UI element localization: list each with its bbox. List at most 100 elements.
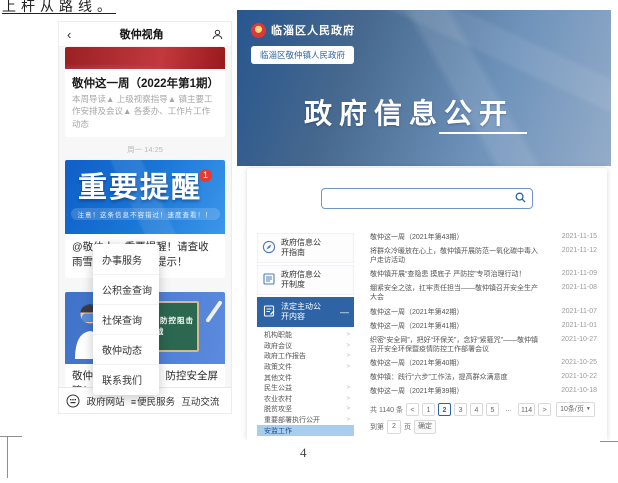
sidebar-item-open-system[interactable]: 政府信息公开制度 (257, 265, 354, 295)
toolbar-item-services-label: 便民服务 (137, 397, 175, 408)
popup-menu-item[interactable]: 敬仲动态 (93, 335, 159, 365)
national-emblem-icon: ★ (251, 23, 266, 38)
news-date: 2021-10-22 (561, 373, 597, 380)
page-jump: 到第 2 页 确定 (370, 420, 597, 434)
news-date: 2021-11-08 (562, 284, 597, 291)
chevron-right-icon: > (346, 332, 350, 338)
chevron-right-icon: > (346, 343, 350, 349)
toolbar-item-gov-website[interactable]: 政府网站 (82, 394, 129, 408)
compass-icon (262, 240, 276, 257)
news-title: 织密“安全网”，把好“环保关”，念好“紧箍咒”——敬仲镇召开安全环保暨疫情防控工… (370, 336, 538, 354)
sidebar-subitem[interactable]: 其他文件 > (257, 372, 354, 383)
sidebar-subitem-label: 机构职能 (264, 330, 292, 340)
page-button[interactable]: 5 (486, 403, 499, 416)
toolbar-item-interact[interactable]: 互动交流 (177, 394, 224, 408)
sidebar-subitem[interactable]: 安监工作 > (257, 425, 354, 436)
site-header-banner: ★ 临淄区人民政府 临淄区敬仲镇人民政府 政府信息公开 (237, 10, 611, 166)
confirm-button[interactable]: 确定 (414, 420, 436, 434)
covid-caption-right: 防控安全屏 (166, 369, 219, 384)
document-page: 上杆从路线。 ‹ 敬仲视角 敬仲这一周（2022年第1期） 本周导读▲ 上级视察… (0, 0, 618, 483)
per-page-select[interactable]: 10条/页 ▼ (556, 402, 595, 417)
sidebar-subitem-label: 脱贫攻坚 (264, 404, 292, 414)
news-date: 2021-10-18 (561, 387, 597, 394)
page-button[interactable]: 2 (438, 403, 451, 416)
timestamp: 周一 14:25 (59, 137, 231, 160)
popup-menu-item[interactable]: 社保查询 (93, 305, 159, 335)
org-logo-row: ★ 临淄区人民政府 (251, 22, 355, 38)
town-gov-button[interactable]: 临淄区敬仲镇人民政府 (251, 46, 354, 64)
page-button[interactable]: 3 (454, 403, 467, 416)
sidebar-subitem[interactable]: 政府工作报告 > (257, 351, 354, 362)
page-button[interactable]: 114 (518, 403, 535, 416)
article-title: 敬仲这一周（2022年第1期） (65, 69, 225, 93)
news-row[interactable]: 敬仲镇开展“查隐患 摸底子 严防控”专项治理行动！ 2021-11-09 (370, 270, 597, 279)
phone-header: ‹ 敬仲视角 (59, 22, 231, 47)
page-button[interactable]: 1 (422, 403, 435, 416)
weekly-article-card[interactable]: 敬仲这一周（2022年第1期） 本周导读▲ 上级视察指导▲ 镇主要工作安排及会议… (65, 47, 225, 137)
sidebar-subitem[interactable]: 农业农村 > (257, 394, 354, 405)
search-icon[interactable] (515, 190, 526, 208)
sidebar-submenu: 机构职能 > 政府会议 > 政府工作报告 > 政策文件 > (257, 330, 354, 436)
popup-menu-item[interactable]: 联系我们 (93, 365, 159, 394)
page-button[interactable]: 4 (470, 403, 483, 416)
sidebar-item-statutory-disclosure[interactable]: 法定主动公开内容 — (257, 297, 354, 327)
news-row[interactable]: 敬仲这一周（2021年第42期） 2021-11-07 (370, 308, 597, 317)
chevron-right-icon: > (346, 417, 350, 423)
account-title: 敬仲视角 (71, 26, 212, 42)
jump-page-input[interactable]: 2 (387, 420, 401, 434)
menu-icon: ≡ (131, 397, 136, 407)
wechat-screenshot: ‹ 敬仲视角 敬仲这一周（2022年第1期） 本周导读▲ 上级视察指导▲ 镇主要… (58, 21, 232, 414)
search-input[interactable] (328, 193, 515, 205)
sidebar-item-label: 政府信息公开制度 (281, 270, 323, 290)
page-buttons: 12345...114 (422, 403, 535, 416)
jump-suffix-label: 页 (404, 422, 411, 432)
news-date: 2021-11-15 (562, 233, 597, 240)
chevron-right-icon: > (346, 364, 350, 370)
sidebar-subitem-label: 重要部署执行公开 (264, 415, 320, 425)
news-row[interactable]: 敬仲这一周（2021年第39期） 2021-10-18 (370, 387, 597, 396)
news-date: 2021-10-27 (561, 336, 597, 343)
popup-menu: 办事服务公积金查询社保查询敬仲动态联系我们 (93, 244, 159, 395)
prev-page-button[interactable]: < (406, 403, 419, 416)
news-row[interactable]: 绷紧安全之弦，扛牢责任担当——敬仲镇召开安全生产大会 2021-11-08 (370, 284, 597, 302)
sidebar-item-open-guide[interactable]: 政府信息公开指南 (257, 233, 354, 263)
page-button[interactable]: ... (502, 403, 515, 416)
content-body: 政府信息公开指南 政府信息公开制度 法定主动公开内容 — (257, 233, 597, 436)
news-title: 敬仲这一周（2021年第42期） (370, 308, 463, 317)
sidebar-subitem[interactable]: 脱贫攻坚 > (257, 404, 354, 415)
news-row[interactable]: 敬仲这一周（2021年第41期） 2021-11-01 (370, 322, 597, 331)
sidebar-item-label: 法定主动公开内容 (281, 302, 323, 322)
toolbar-item-services[interactable]: ≡便民服务 (129, 394, 176, 408)
news-row[interactable]: 敬仲镇：践行“六步”工作法，提高群众满意度 2021-10-22 (370, 373, 597, 382)
news-panel: 敬仲这一周（2021年第43期） 2021-11-15 将群众冷暖放在心上，敬仲… (354, 233, 597, 436)
chevron-right-icon: > (346, 353, 350, 359)
table-border-fragment (600, 441, 618, 442)
next-page-button[interactable]: > (538, 403, 551, 416)
popup-menu-item[interactable]: 公积金查询 (93, 275, 159, 305)
news-title: 敬仲这一周（2021年第43期） (370, 233, 463, 242)
sidebar-subitem-label: 民生公益 (264, 383, 292, 393)
table-border-fragment (0, 436, 22, 437)
document-top-text: 上杆从路线。 (2, 0, 116, 16)
sidebar-subitem[interactable]: 重要部署执行公开 > (257, 415, 354, 426)
org-name: 临淄区人民政府 (271, 22, 355, 38)
news-row[interactable]: 敬仲这一周（2021年第43期） 2021-11-15 (370, 233, 597, 242)
user-icon[interactable] (212, 29, 223, 40)
collapse-minus-icon[interactable]: — (340, 308, 349, 317)
sidebar-subitem[interactable]: 政府会议 > (257, 341, 354, 352)
page-number: 4 (300, 445, 307, 461)
keyboard-icon[interactable] (66, 394, 80, 408)
sidebar-subitem[interactable]: 机构职能 > (257, 330, 354, 341)
sidebar-subitem[interactable]: 政策文件 > (257, 362, 354, 373)
reminder-banner-title: 重要提醒 (78, 174, 202, 203)
search-box (321, 188, 533, 209)
document-icon (262, 272, 276, 289)
gov-website-screenshot: ★ 临淄区人民政府 临淄区敬仲镇人民政府 政府信息公开 (237, 10, 611, 440)
news-title: 敬仲这一周（2021年第40期） (370, 359, 463, 368)
popup-menu-item[interactable]: 办事服务 (93, 245, 159, 275)
sidebar-subitem[interactable]: 民生公益 > (257, 383, 354, 394)
news-row[interactable]: 将群众冷暖放在心上，敬仲镇开展防范一氧化碳中毒入户走访活动 2021-11-12 (370, 247, 597, 265)
news-row[interactable]: 织密“安全网”，把好“环保关”，念好“紧箍咒”——敬仲镇召开安全环保暨疫情防控工… (370, 336, 597, 354)
news-row[interactable]: 敬仲这一周（2021年第40期） 2021-10-25 (370, 359, 597, 368)
content-card: 政府信息公开指南 政府信息公开制度 法定主动公开内容 — (247, 168, 607, 440)
